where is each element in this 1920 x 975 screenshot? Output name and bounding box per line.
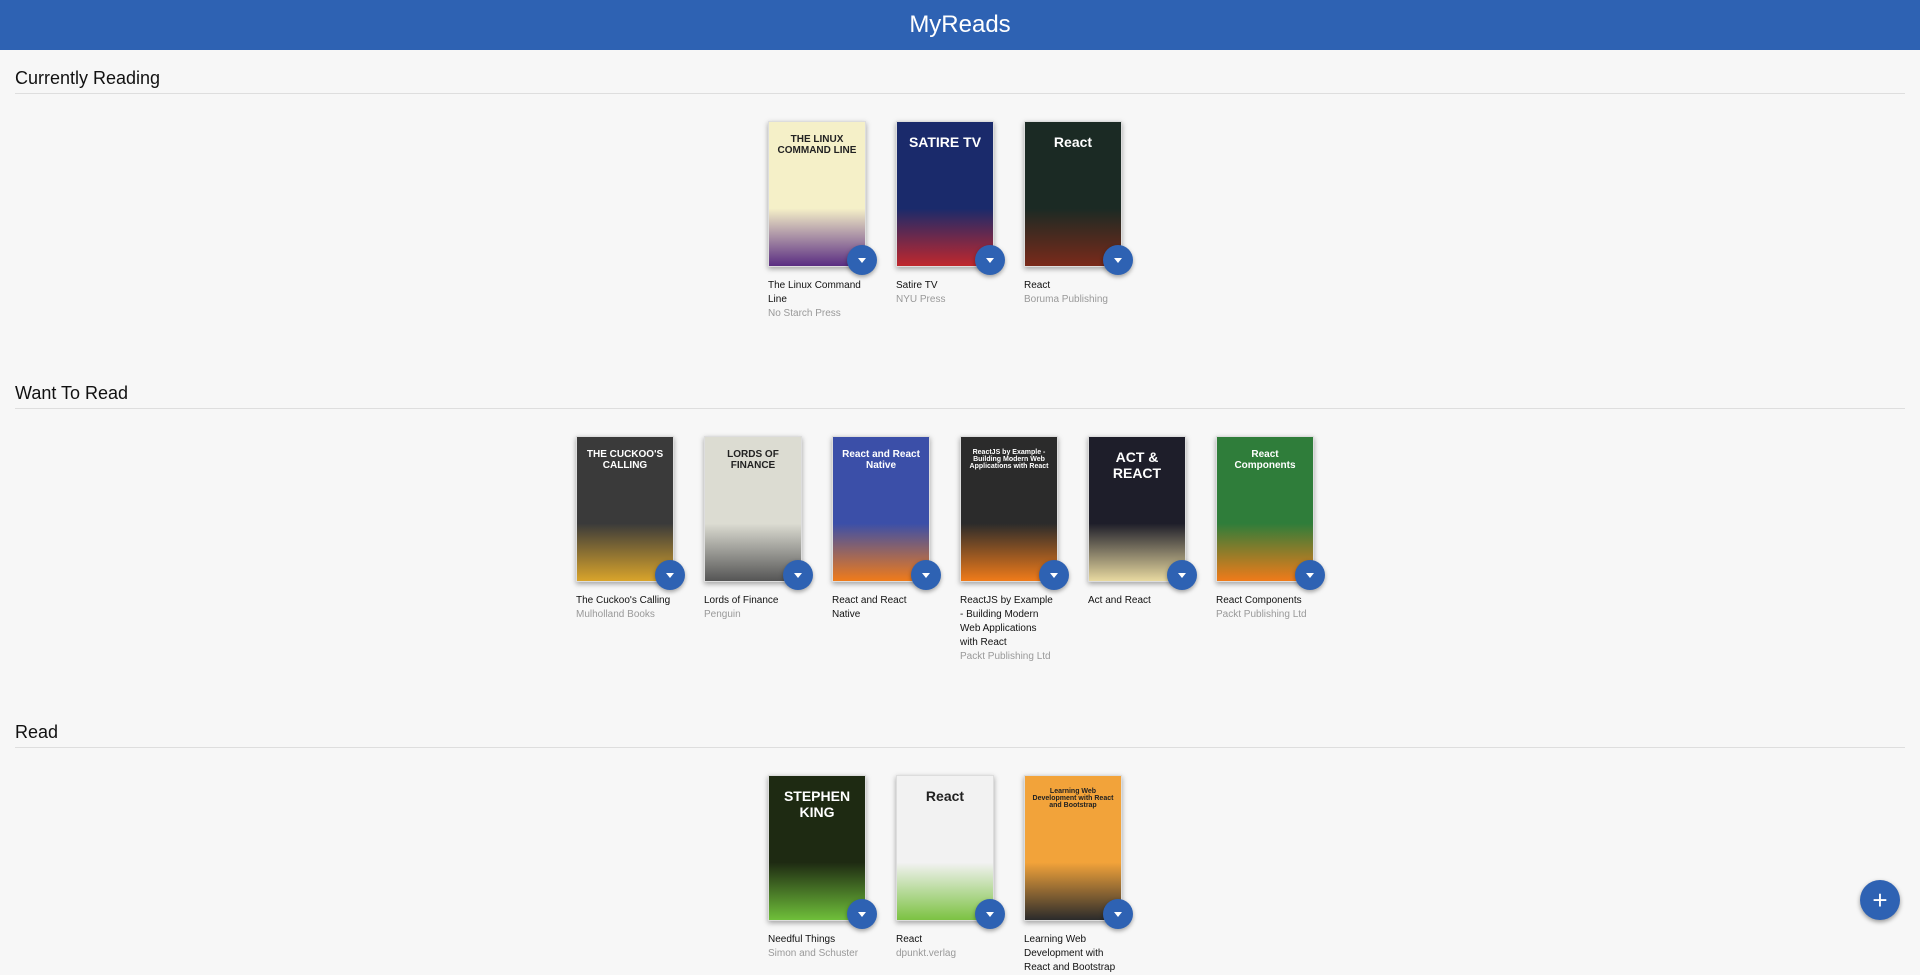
book-cover: Learning Web Development with React and … [1024, 775, 1122, 921]
book-authors: Penguin [704, 609, 741, 620]
book-cover: React Components [1216, 436, 1314, 582]
book: SATIRE TV Satire TV NYU Press [896, 121, 1024, 321]
book-authors: Simon and Schuster [768, 948, 859, 959]
book-cover-text: ACT & REACT [1112, 449, 1162, 481]
book-cover-text: THE CUCKOO'S CALLING [586, 449, 664, 471]
book-cover: React [896, 775, 994, 921]
book-title: React Components [1216, 595, 1302, 606]
book-cover: React and React Native [832, 436, 930, 582]
book-authors: Boruma Publishing [1024, 294, 1108, 305]
app-header: MyReads [0, 0, 1920, 50]
book-cover: React [1024, 121, 1122, 267]
book-title: React and React Native [832, 595, 907, 620]
book-title: Learning Web Development with React and … [1024, 934, 1116, 973]
shelf-changer-button[interactable] [655, 560, 685, 590]
book: STEPHEN KING Needful Things Simon and Schu… [768, 775, 896, 975]
bookshelf-books: STEPHEN KING Needful Things Simon and Schu… [15, 748, 1905, 975]
book-cover: STEPHEN KING [768, 775, 866, 921]
book-cover-text: Learning Web Development with React and … [1032, 788, 1114, 809]
book-cover-text: LORDS OF FINANCE [727, 449, 779, 471]
book-cover: LORDS OF FINANCE [704, 436, 802, 582]
book-cover-text: ReactJS by Example - Building Modern Web… [969, 449, 1049, 470]
book: LORDS OF FINANCE Lords of Finance Penguin [704, 436, 832, 664]
book: React React Boruma Publishing [1024, 121, 1152, 321]
book-title: Satire TV [896, 280, 938, 291]
book-cover: THE LINUX COMMAND LINE [768, 121, 866, 267]
book-title: Act and React [1088, 595, 1151, 606]
shelf-changer-button[interactable] [1039, 560, 1069, 590]
bookshelf-title: Want To Read [15, 365, 1905, 409]
book-cover-text: React Components [1234, 449, 1296, 471]
book-title: The Cuckoo's Calling [576, 595, 671, 606]
bookshelf-books: THE CUCKOO'S CALLING The Cuckoo's Calling… [15, 409, 1905, 664]
add-book-button[interactable]: + [1860, 880, 1900, 920]
book-authors: Mulholland Books [576, 609, 655, 620]
book: THE CUCKOO'S CALLING The Cuckoo's Calling… [576, 436, 704, 664]
shelf-changer-button[interactable] [1103, 245, 1133, 275]
book-authors: Packt Publishing Ltd [1216, 609, 1307, 620]
app-title: MyReads [909, 11, 1011, 38]
book: Learning Web Development with React and … [1024, 775, 1152, 975]
book: ACT & REACT Act and React [1088, 436, 1216, 664]
book-cover-text: STEPHEN KING [783, 788, 851, 820]
shelf-changer-button[interactable] [1167, 560, 1197, 590]
shelf-changer-button[interactable] [847, 245, 877, 275]
book: React and React Native React and React Na… [832, 436, 960, 664]
book-cover: THE CUCKOO'S CALLING [576, 436, 674, 582]
bookshelf-books: THE LINUX COMMAND LINE The Linux Command … [15, 94, 1905, 321]
book: React React dpunkt.verlag [896, 775, 1024, 975]
book-cover-text: React [925, 788, 965, 804]
shelf-changer-button[interactable] [911, 560, 941, 590]
book: React Components React Components Packt Pu… [1216, 436, 1344, 664]
shelf-changer-button[interactable] [847, 899, 877, 929]
bookshelves: Currently Reading THE LINUX COMMAND LINE T… [0, 50, 1920, 975]
book: THE LINUX COMMAND LINE The Linux Command … [768, 121, 896, 321]
book-authors: Packt Publishing Ltd [960, 651, 1051, 662]
book-cover-text: SATIRE TV [908, 134, 982, 150]
shelf-changer-button[interactable] [783, 560, 813, 590]
book: ReactJS by Example - Building Modern Web… [960, 436, 1088, 664]
book-cover-text: React [1053, 134, 1093, 150]
book-title: The Linux Command Line [768, 280, 861, 305]
shelf-changer-button[interactable] [1295, 560, 1325, 590]
book-title: React [1024, 280, 1051, 291]
book-title: Lords of Finance [704, 595, 779, 606]
book-title: React [896, 934, 923, 945]
bookshelf: Want To Read THE CUCKOO'S CALLING The Cuck… [0, 365, 1920, 664]
shelf-changer-button[interactable] [975, 899, 1005, 929]
book-cover: ReactJS by Example - Building Modern Web… [960, 436, 1058, 582]
book-authors: NYU Press [896, 294, 946, 305]
book-title: ReactJS by Example - Building Modern Web… [960, 595, 1053, 648]
bookshelf-title: Read [15, 704, 1905, 748]
book-cover: SATIRE TV [896, 121, 994, 267]
book-authors: dpunkt.verlag [896, 948, 957, 959]
book-cover-text: React and React Native [842, 449, 920, 471]
bookshelf-title: Currently Reading [15, 50, 1905, 94]
book-title: Needful Things [768, 934, 836, 945]
book-cover-text: THE LINUX COMMAND LINE [777, 134, 857, 156]
shelf-changer-button[interactable] [1103, 899, 1133, 929]
shelf-changer-button[interactable] [975, 245, 1005, 275]
book-cover: ACT & REACT [1088, 436, 1186, 582]
book-authors: No Starch Press [768, 308, 841, 319]
bookshelf: Currently Reading THE LINUX COMMAND LINE T… [0, 50, 1920, 321]
bookshelf: Read STEPHEN KING Needful Things Simon and … [0, 704, 1920, 975]
